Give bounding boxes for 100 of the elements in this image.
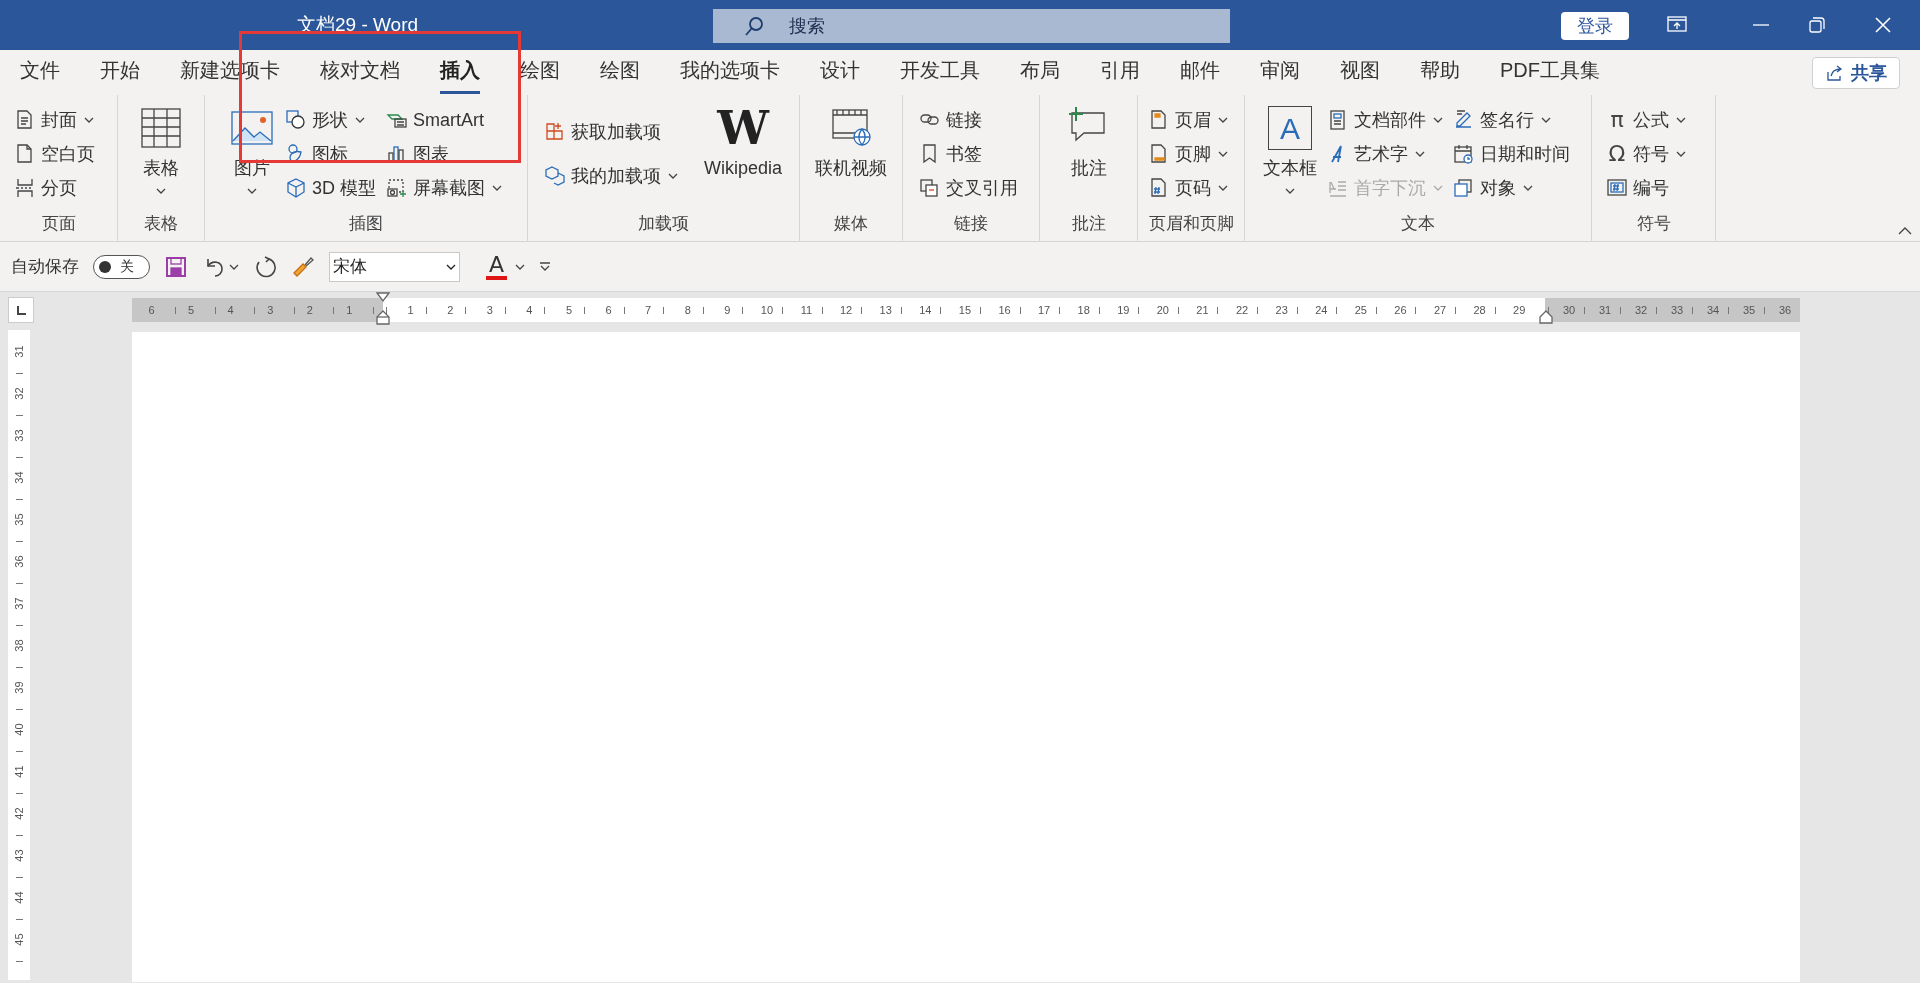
caret-icon: [1676, 151, 1686, 157]
group-label: 加载项: [637, 213, 690, 235]
ribbon-button[interactable]: 对象: [1453, 171, 1574, 205]
ribbon-tab[interactable]: 邮件: [1160, 50, 1240, 95]
ribbon-tab[interactable]: 引用: [1080, 50, 1160, 95]
share-button[interactable]: 共享: [1812, 57, 1900, 89]
ribbon-tab[interactable]: PDF工具集: [1480, 50, 1620, 95]
caret-up-icon: [1898, 227, 1912, 235]
caret-icon: [1285, 188, 1295, 194]
ribbon-button[interactable]: 书签: [919, 137, 1022, 171]
cube-icon: [285, 177, 307, 199]
ribbon-button[interactable]: 日期和时间: [1453, 137, 1574, 171]
share-icon: [1825, 64, 1843, 82]
caret-icon: [446, 263, 456, 270]
shapes-icon: [285, 109, 307, 131]
ribbon-button[interactable]: 交叉引用: [919, 171, 1022, 205]
ribbon-button[interactable]: 空白页: [14, 137, 99, 171]
caret-icon: [515, 263, 526, 270]
ribbon-button[interactable]: π 公式: [1606, 103, 1690, 137]
ribbon-tab[interactable]: 开始: [80, 50, 160, 95]
ribbon-tab[interactable]: 布局: [1000, 50, 1080, 95]
caret-icon: [1218, 185, 1228, 191]
ribbon-tab[interactable]: 视图: [1320, 50, 1400, 95]
ribbon-button[interactable]: 分页: [14, 171, 99, 205]
indent-marker[interactable]: [376, 292, 390, 326]
caret-icon: [1433, 117, 1443, 123]
caret-icon: [492, 185, 502, 191]
ribbon-tab[interactable]: 设计: [800, 50, 880, 95]
font-dropdown[interactable]: 宋体: [329, 251, 460, 282]
ribbon-tab[interactable]: 开发工具: [880, 50, 1000, 95]
restore-button[interactable]: [1806, 14, 1828, 36]
tab-stop-icon: [15, 304, 27, 316]
caret-icon: [229, 263, 239, 270]
group-label: 媒体: [833, 213, 869, 235]
ribbon-button[interactable]: Ω 符号: [1606, 137, 1690, 171]
ribbon-tab[interactable]: 文件: [0, 50, 80, 95]
group-label: 批注: [1070, 213, 1107, 235]
ribbon-button[interactable]: 表格: [134, 103, 188, 194]
right-indent-marker[interactable]: [1539, 310, 1553, 324]
number-icon: [1606, 177, 1628, 199]
ribbon-button[interactable]: A 文本框: [1259, 103, 1321, 194]
ribbon-button[interactable]: 编号: [1606, 171, 1690, 205]
redo-button[interactable]: [253, 254, 277, 279]
ribbon-tab[interactable]: 我的选项卡: [660, 50, 800, 95]
add-ins-icon: [544, 121, 566, 143]
ribbon-tab[interactable]: 新建选项卡: [160, 50, 300, 95]
ribbon-button[interactable]: 签名行: [1453, 103, 1574, 137]
ribbon-button[interactable]: 形状: [285, 103, 380, 137]
ribbon-button[interactable]: 封面: [14, 103, 99, 137]
redo-icon: [253, 254, 277, 279]
ribbon-button[interactable]: SmartArt: [386, 103, 506, 137]
hexagons-icon: [544, 165, 566, 187]
ribbon-button[interactable]: 链接: [919, 103, 1022, 137]
ribbon-button[interactable]: 文档部件: [1327, 103, 1447, 137]
ribbon-button[interactable]: 3D 模型: [285, 171, 380, 205]
caret-icon: [247, 188, 257, 194]
autosave-label: 自动保存: [11, 255, 79, 278]
search-placeholder: 搜索: [789, 14, 825, 38]
page-break-icon: [14, 177, 36, 199]
ribbon-button[interactable]: 批注: [1061, 103, 1116, 182]
customize-toolbar-button[interactable]: [539, 261, 552, 272]
save-button[interactable]: [164, 254, 188, 279]
ribbon-tab[interactable]: 核对文档: [300, 50, 420, 95]
caret-icon: [668, 173, 678, 179]
group-label: 链接: [953, 213, 989, 235]
ribbon-button[interactable]: 我的加载项: [544, 159, 682, 193]
vertical-ruler: 31 32 33 34 35 36 37 38 39 40 41 42 43 44 45: [8, 330, 30, 980]
group-label: 表格: [143, 213, 179, 235]
omega-icon: Ω: [1606, 143, 1628, 165]
indent-marker-icon: [376, 292, 390, 326]
group-label: 页眉和页脚: [1147, 213, 1235, 235]
group-label: 文本: [1400, 213, 1436, 235]
wikipedia-icon: W: [717, 105, 769, 151]
caret-icon: [1218, 117, 1228, 123]
cross-reference-icon: [919, 177, 941, 199]
caret-icon: [355, 117, 365, 123]
ribbon-tab[interactable]: 绘图: [580, 50, 660, 95]
screenshot-icon: [386, 177, 408, 199]
tab-stop-selector[interactable]: [8, 297, 34, 323]
autosave-toggle[interactable]: 关: [93, 254, 150, 279]
ribbon-button[interactable]: W Wikipedia: [700, 103, 787, 182]
ribbon-button[interactable]: 屏幕截图: [386, 171, 506, 205]
sign-in-button[interactable]: 登录: [1561, 12, 1629, 40]
search-field[interactable]: 搜索: [713, 9, 1230, 43]
ribbon-button[interactable]: 艺术字: [1327, 137, 1447, 171]
collapse-ribbon-button[interactable]: [1898, 227, 1912, 235]
ribbon-tab[interactable]: 审阅: [1240, 50, 1320, 95]
caret-icon: [84, 117, 94, 123]
ribbon-button[interactable]: 页脚: [1148, 137, 1232, 171]
caret-icon: [1541, 117, 1551, 123]
caret-icon: [1523, 185, 1533, 191]
ribbon-button[interactable]: 页码: [1148, 171, 1232, 205]
ribbon-button[interactable]: 页眉: [1148, 103, 1232, 137]
ribbon-tab[interactable]: 绘图: [500, 50, 580, 95]
right-indent-icon: [1539, 310, 1553, 324]
ribbon-button[interactable]: 联机视频: [811, 103, 891, 182]
ribbon-button[interactable]: 获取加载项: [544, 115, 682, 149]
font-color-button[interactable]: A: [486, 253, 526, 280]
group-label: 页面: [40, 213, 77, 235]
ribbon-tab[interactable]: 帮助: [1400, 50, 1480, 95]
